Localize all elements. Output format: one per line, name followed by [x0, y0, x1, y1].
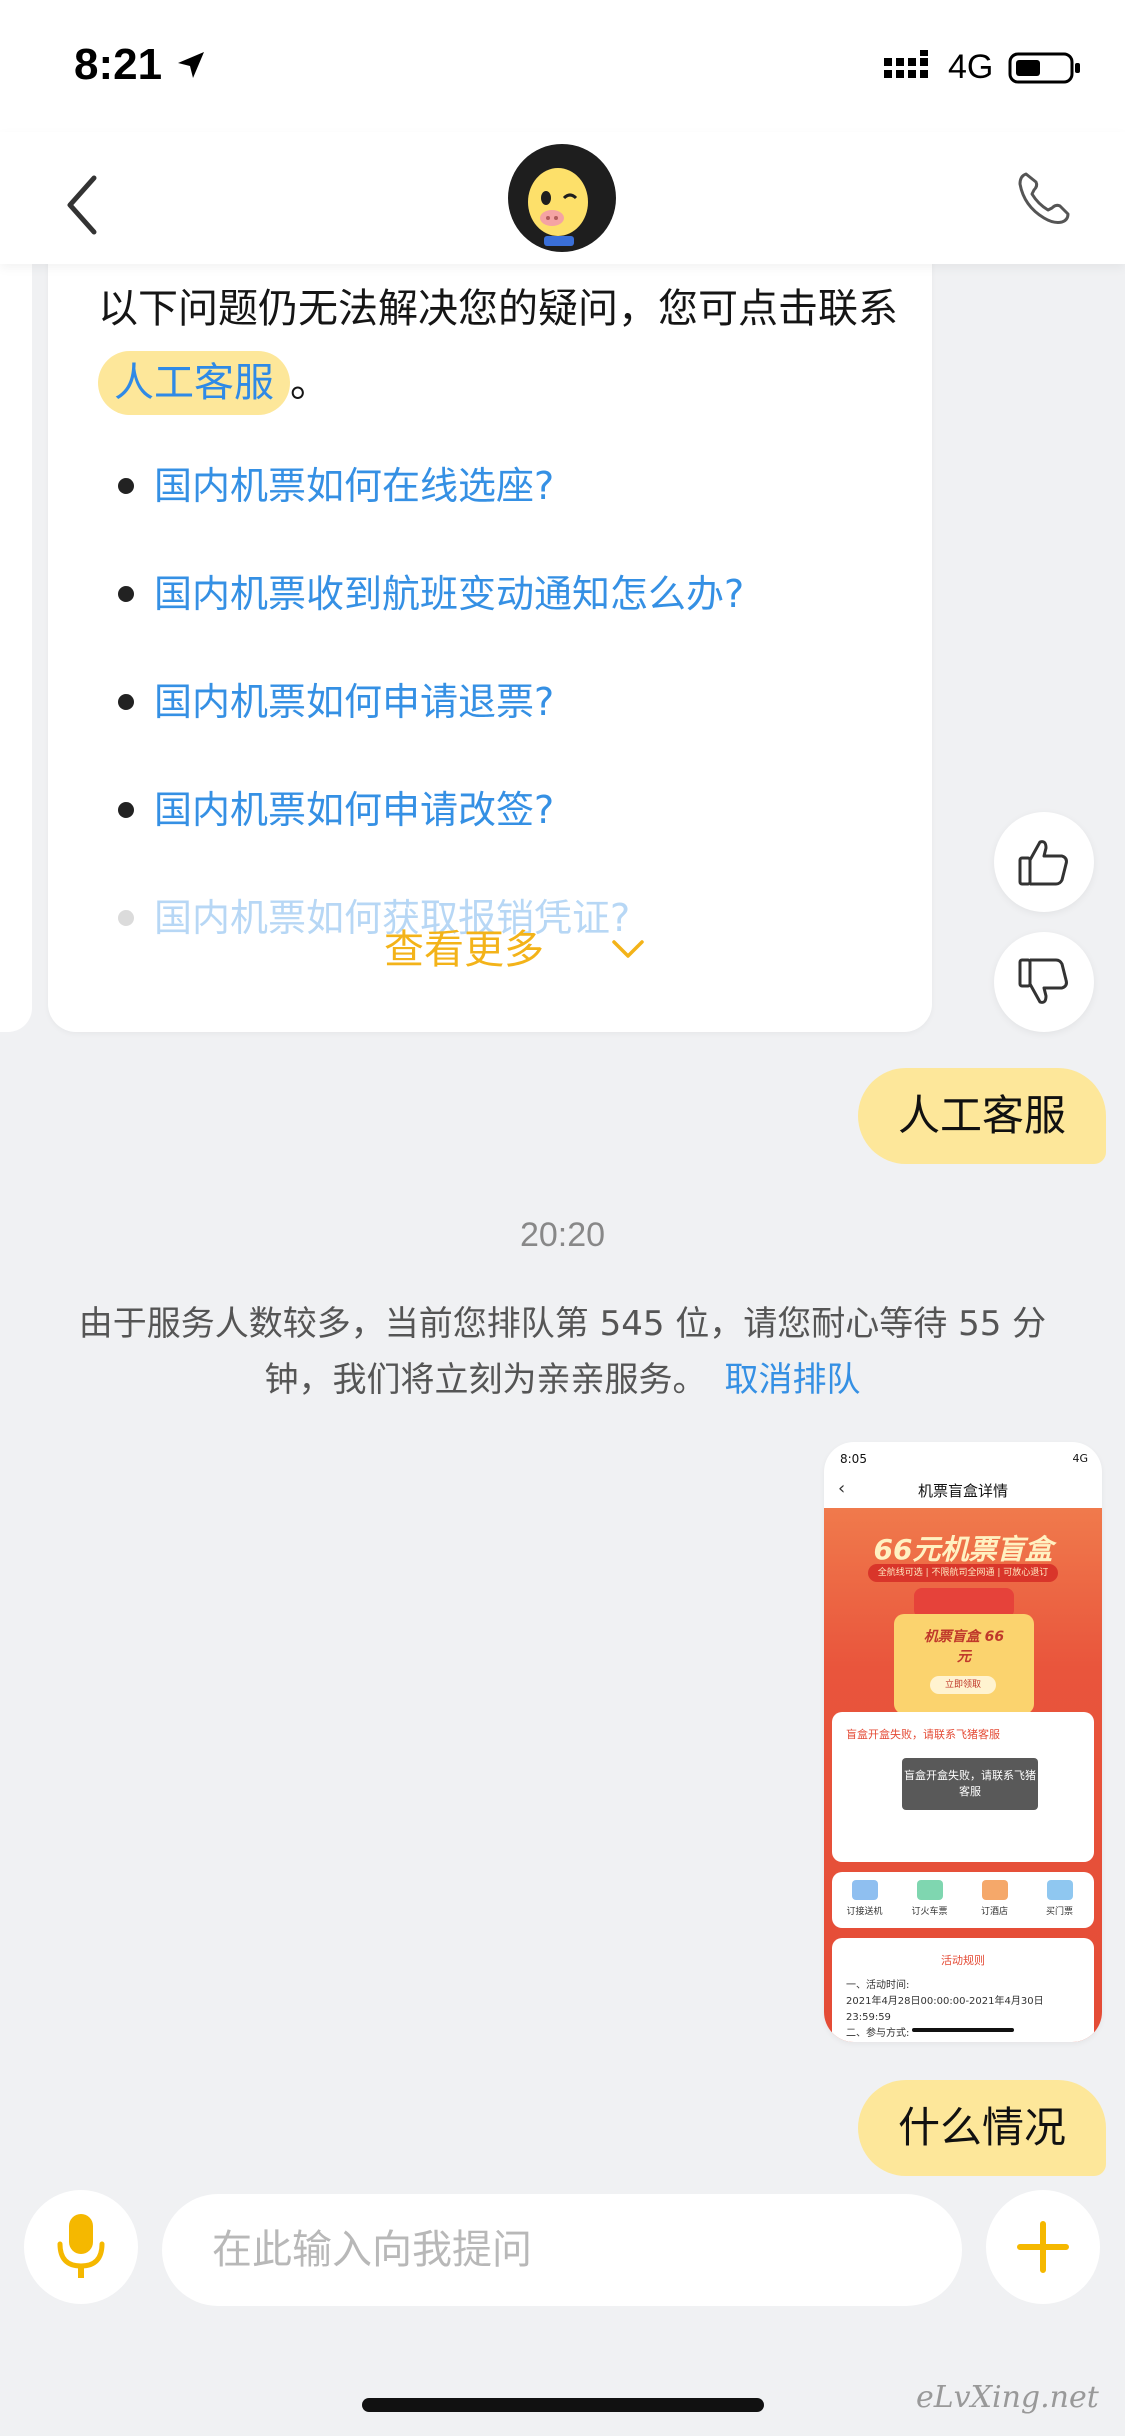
thumb-toast: 盲盒开盒失败，请联系飞猪客服	[902, 1758, 1038, 1810]
thumb-icon-cell: 订酒店	[962, 1872, 1027, 1928]
faq-item-label: 国内机票如何申请改签?	[154, 788, 555, 832]
thumb-icon-cell: 订火车票	[897, 1872, 962, 1928]
status-bar: 8:21 4G	[0, 0, 1125, 132]
thumbs-up-icon	[1018, 840, 1068, 886]
ticket-icon	[1046, 1880, 1073, 1900]
thumb-icon-label: 订接送机	[846, 1907, 883, 1917]
chevron-down-icon[interactable]	[610, 936, 646, 964]
bullet-icon	[118, 478, 134, 494]
cancel-queue-link[interactable]: 取消排队	[725, 1360, 861, 1400]
bullet-icon	[118, 910, 134, 926]
thumb-rules-panel: 活动规则 一、活动时间: 2021年4月28日00:00:00-2021年4月3…	[832, 1938, 1094, 2042]
thumb-icon-label: 买门票	[1045, 1907, 1073, 1917]
previous-card-edge	[0, 240, 32, 1032]
thumb-icon-label: 订火车票	[911, 1907, 948, 1917]
location-arrow-icon	[178, 52, 204, 78]
human-service-link[interactable]: 人工客服	[98, 351, 290, 415]
thumb-status-time: 8:05	[840, 1452, 867, 1466]
battery-icon	[1008, 52, 1080, 84]
thumb-hero: 66元机票盲盒 全航线可选 | 不限航司全网通 | 可放心退订 机票盲盒 66元…	[824, 1508, 1102, 2042]
microphone-icon	[57, 2214, 105, 2278]
thumb-rules-line: 一、活动时间:	[846, 1980, 910, 1991]
thumb-network: 4G	[1072, 1452, 1088, 1465]
thumb-icon-cell: 订接送机	[832, 1872, 897, 1928]
plus-icon	[1017, 2221, 1069, 2273]
network-label: 4G	[948, 48, 994, 86]
thumb-gift-label: 机票盲盒 66元	[923, 1629, 1005, 1665]
screenshot-thumbnail[interactable]: 8:05 4G ‹ 机票盲盒详情 66元机票盲盒 全航线可选 | 不限航司全网通…	[824, 1442, 1102, 2042]
thumb-title: 机票盲盒详情	[917, 1482, 1008, 1500]
faq-item[interactable]: 国内机票如何在线选座?	[104, 456, 904, 516]
thumb-gift-button: 立即领取	[930, 1676, 996, 1694]
user-message-bubble: 什么情况	[858, 2080, 1107, 2176]
thumb-error-panel: 盲盒开盒失败，请联系飞猪客服 盲盒开盒失败，请联系飞猪客服	[832, 1712, 1094, 1862]
faq-card: 以下问题仍无法解决您的疑问，您可点击联系人工客服。 国内机票如何在线选座? 国内…	[48, 220, 932, 1032]
queue-message-text: 由于服务人数较多，当前您排队第 545 位，请您耐心等待 55 分钟，我们将立刻…	[78, 1304, 1047, 1400]
thumbs-up-button[interactable]	[994, 812, 1094, 912]
signal-icon	[884, 50, 928, 78]
queue-message: 由于服务人数较多，当前您排队第 545 位，请您耐心等待 55 分钟，我们将立刻…	[70, 1296, 1055, 1408]
message-input[interactable]	[162, 2194, 962, 2306]
hotel-icon	[981, 1880, 1008, 1900]
faq-item-label: 国内机票如何申请退票?	[154, 680, 555, 724]
bullet-icon	[118, 694, 134, 710]
user-message-bubble: 人工客服	[858, 1068, 1107, 1164]
faq-intro-end: 。	[290, 360, 330, 406]
faq-item[interactable]: 国内机票如何申请退票?	[104, 672, 904, 732]
timestamp: 20:20	[519, 1216, 606, 1254]
add-attachment-button[interactable]	[986, 2190, 1100, 2304]
see-more-button[interactable]: 查看更多	[384, 920, 544, 980]
thumbs-down-icon	[1018, 958, 1068, 1004]
thumb-hero-title: 66元机票盲盒	[873, 1533, 1053, 1566]
thumb-hero-subtitle: 全航线可选 | 不限航司全网通 | 可放心退订	[868, 1564, 1058, 1582]
thumb-rules-title: 活动规则	[941, 1954, 985, 1967]
pig-mascot-avatar[interactable]	[506, 142, 618, 254]
thumb-icon-cell: 买门票	[1027, 1872, 1092, 1928]
faq-item[interactable]: 国内机票收到航班变动通知怎么办?	[104, 564, 904, 624]
watermark-text: eLvXing.net	[916, 2380, 1099, 2415]
car-icon	[851, 1880, 878, 1900]
thumb-icon-label: 订酒店	[980, 1907, 1008, 1917]
faq-intro-text: 以下问题仍无法解决您的疑问，您可点击联系	[98, 286, 898, 332]
home-indicator	[362, 2398, 764, 2412]
thumb-panel-text: 盲盒开盒失败，请联系飞猪客服	[846, 1728, 1000, 1741]
bullet-icon	[118, 586, 134, 602]
nav-bar	[0, 132, 1125, 264]
faq-item-label: 国内机票如何在线选座?	[154, 464, 555, 508]
thumb-rules-text: 一、活动时间: 2021年4月28日00:00:00-2021年4月30日23:…	[846, 1978, 1084, 2042]
back-chevron-icon[interactable]	[54, 170, 114, 240]
thumb-home-indicator	[912, 2028, 1014, 2032]
train-icon	[916, 1880, 943, 1900]
status-time: 8:21	[74, 40, 163, 89]
voice-input-button[interactable]	[24, 2190, 138, 2304]
bullet-icon	[118, 802, 134, 818]
thumb-service-icons: 订接送机 订火车票 订酒店 买门票	[832, 1872, 1094, 1928]
faq-item-label: 国内机票收到航班变动通知怎么办?	[154, 572, 745, 616]
phone-icon[interactable]	[1014, 168, 1074, 228]
thumbs-down-button[interactable]	[994, 932, 1094, 1032]
thumb-rules-line: 2021年4月28日00:00:00-2021年4月30日23:59:59	[846, 1996, 1044, 2023]
faq-intro: 以下问题仍无法解决您的疑问，您可点击联系人工客服。	[98, 272, 918, 420]
faq-item[interactable]: 国内机票如何申请改签?	[104, 780, 904, 840]
